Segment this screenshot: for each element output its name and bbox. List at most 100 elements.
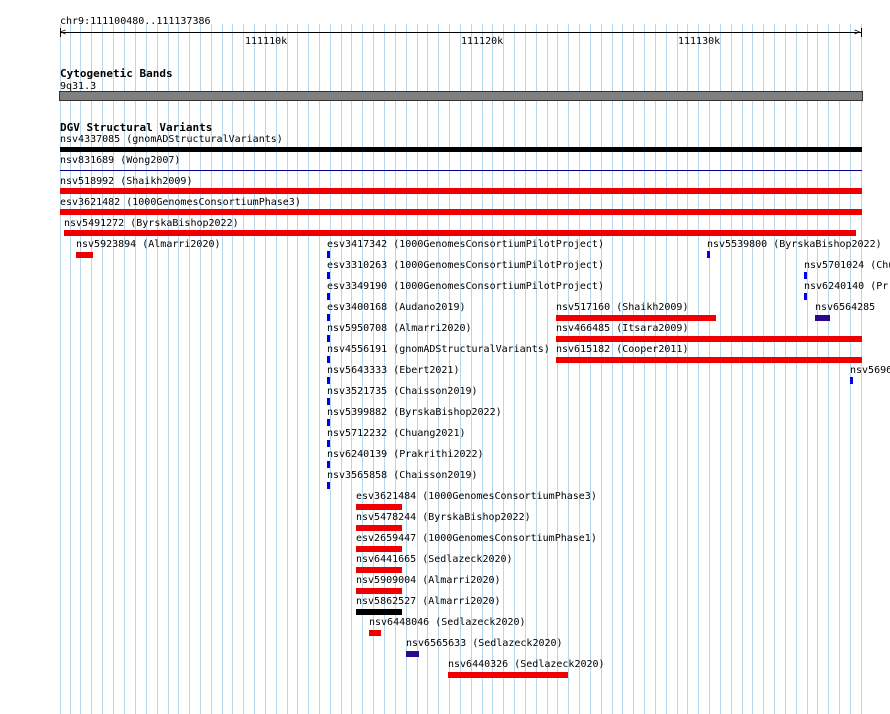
variant-bar[interactable] xyxy=(448,672,568,678)
variant-study: ByrskaBishop2022 xyxy=(428,512,525,523)
variant-label[interactable]: esv3417342 (1000GenomesConsortiumPilotPr… xyxy=(327,239,604,250)
variant-bar[interactable] xyxy=(327,482,330,489)
variant-bar[interactable] xyxy=(356,588,402,594)
variant-bar[interactable] xyxy=(327,440,330,447)
variant-label[interactable]: nsv5712232 (Chuang2021) xyxy=(327,428,466,439)
variant-label[interactable]: nsv5478244 (ByrskaBishop2022) xyxy=(356,512,531,523)
variant-id: nsv6440326 xyxy=(448,659,509,670)
variant-label[interactable]: nsv6448046 (Sedlazeck2020) xyxy=(369,617,526,628)
variant-label[interactable]: nsv3521735 (Chaisson2019) xyxy=(327,386,478,397)
variant-study: Chuang2021 xyxy=(399,428,460,439)
variant-label[interactable]: esv3349190 (1000GenomesConsortiumPilotPr… xyxy=(327,281,604,292)
variant-bar[interactable] xyxy=(804,293,807,300)
variant-bar[interactable] xyxy=(356,567,402,573)
ruler-arrow-left: < xyxy=(60,27,67,38)
variant-label[interactable]: nsv6441665 (Sedlazeck2020) xyxy=(356,554,513,565)
variant-bar[interactable] xyxy=(850,377,853,384)
variant-bar[interactable] xyxy=(327,335,330,342)
variant-label[interactable]: nsv517160 (Shaikh2009) xyxy=(556,302,688,313)
grid-line xyxy=(471,24,472,714)
grid-line xyxy=(839,24,840,714)
variant-bar[interactable] xyxy=(64,230,856,236)
variant-id: nsv6448046 xyxy=(369,617,430,628)
variant-bar[interactable] xyxy=(327,461,330,468)
variant-bar[interactable] xyxy=(356,609,402,615)
variant-id: nsv5950708 xyxy=(327,323,388,334)
variant-bar[interactable] xyxy=(327,272,330,279)
cytoband-bar[interactable] xyxy=(59,91,863,101)
variant-bar[interactable] xyxy=(327,377,330,384)
variant-bar[interactable] xyxy=(406,651,419,657)
variant-label[interactable]: nsv6240139 (Prakrithi2022) xyxy=(327,449,484,460)
variant-study: ByrskaBishop2022 xyxy=(136,218,233,229)
ruler-tick-label: 111120k xyxy=(461,36,504,47)
variant-bar[interactable] xyxy=(556,315,716,321)
variant-bar[interactable] xyxy=(60,188,862,194)
grid-line xyxy=(547,24,548,714)
grid-line xyxy=(633,24,634,714)
variant-label[interactable]: nsv5862527 (Almarri2020) xyxy=(356,596,501,607)
grid-line xyxy=(612,24,613,714)
variant-id: esv3621482 xyxy=(60,197,121,208)
variant-bar[interactable] xyxy=(327,419,330,426)
cytoband-track-title: Cytogenetic Bands xyxy=(60,67,173,80)
variant-label[interactable]: nsv5696 xyxy=(850,365,890,376)
variant-label[interactable]: nsv6440326 (Sedlazeck2020) xyxy=(448,659,605,670)
variant-bar[interactable] xyxy=(60,170,862,171)
variant-bar[interactable] xyxy=(356,546,402,552)
variant-bar[interactable] xyxy=(556,336,862,342)
variant-bar[interactable] xyxy=(356,525,402,531)
variant-bar[interactable] xyxy=(327,314,330,321)
variant-bar[interactable] xyxy=(815,315,830,321)
variant-label[interactable]: nsv4556191 (gnomADStructuralVariants) xyxy=(327,344,550,355)
variant-study: Chaisson2019 xyxy=(399,470,472,481)
variant-label[interactable]: nsv6564285 xyxy=(815,302,875,313)
variant-bar[interactable] xyxy=(327,398,330,405)
variant-id: nsv5478244 xyxy=(356,512,417,523)
variant-label[interactable]: nsv5923894 (Almarri2020) xyxy=(76,239,221,250)
variant-id: nsv5909004 xyxy=(356,575,417,586)
grid-line xyxy=(677,24,678,714)
variant-label[interactable]: nsv5909004 (Almarri2020) xyxy=(356,575,501,586)
variant-label[interactable]: nsv5701024 (Chu) xyxy=(804,260,890,271)
variant-study: Itsara2009 xyxy=(622,323,683,334)
grid-line xyxy=(265,24,266,714)
variant-label[interactable]: esv3310263 (1000GenomesConsortiumPilotPr… xyxy=(327,260,604,271)
variant-bar[interactable] xyxy=(556,357,862,363)
variant-label[interactable]: nsv4337085 (gnomADStructuralVariants) xyxy=(60,134,283,145)
variant-bar[interactable] xyxy=(356,504,402,510)
variant-label[interactable]: nsv5539800 (ByrskaBishop2022) xyxy=(707,239,882,250)
variant-study: Sedlazeck2020 xyxy=(441,617,520,628)
variant-bar[interactable] xyxy=(804,272,807,279)
grid-line xyxy=(287,24,288,714)
variant-study: Pr xyxy=(876,281,889,292)
variant-bar[interactable] xyxy=(327,293,330,300)
variant-bar[interactable] xyxy=(707,251,710,258)
variant-label[interactable]: nsv518992 (Shaikh2009) xyxy=(60,176,192,187)
variant-bar[interactable] xyxy=(76,252,93,258)
ruler-axis xyxy=(60,32,862,33)
variant-label[interactable]: nsv5643333 (Ebert2021) xyxy=(327,365,459,376)
grid-line xyxy=(482,24,483,714)
variant-bar[interactable] xyxy=(60,209,862,215)
variant-label[interactable]: nsv615182 (Cooper2011) xyxy=(556,344,688,355)
variant-label[interactable]: nsv3565858 (Chaisson2019) xyxy=(327,470,478,481)
variant-label[interactable]: esv3621484 (1000GenomesConsortiumPhase3) xyxy=(356,491,597,502)
variant-label[interactable]: nsv5950708 (Almarri2020) xyxy=(327,323,472,334)
variant-label[interactable]: esv3400168 (Audano2019) xyxy=(327,302,466,313)
variant-label[interactable]: esv3621482 (1000GenomesConsortiumPhase3) xyxy=(60,197,301,208)
variant-bar[interactable] xyxy=(327,356,330,363)
variant-id: nsv5643333 xyxy=(327,365,388,376)
variant-label[interactable]: nsv5399882 (ByrskaBishop2022) xyxy=(327,407,502,418)
variant-bar[interactable] xyxy=(60,147,862,152)
variant-label[interactable]: nsv466485 (Itsara2009) xyxy=(556,323,688,334)
variant-label[interactable]: nsv5491272 (ByrskaBishop2022) xyxy=(64,218,239,229)
variant-bar[interactable] xyxy=(369,630,381,636)
variant-label[interactable]: nsv831689 (Wong2007) xyxy=(60,155,180,166)
grid-line xyxy=(308,24,309,714)
grid-line xyxy=(460,24,461,714)
variant-bar[interactable] xyxy=(327,251,330,258)
variant-label[interactable]: nsv6240140 (Pr) xyxy=(804,281,890,292)
variant-label[interactable]: nsv6565633 (Sedlazeck2020) xyxy=(406,638,563,649)
variant-label[interactable]: esv2659447 (1000GenomesConsortiumPhase1) xyxy=(356,533,597,544)
